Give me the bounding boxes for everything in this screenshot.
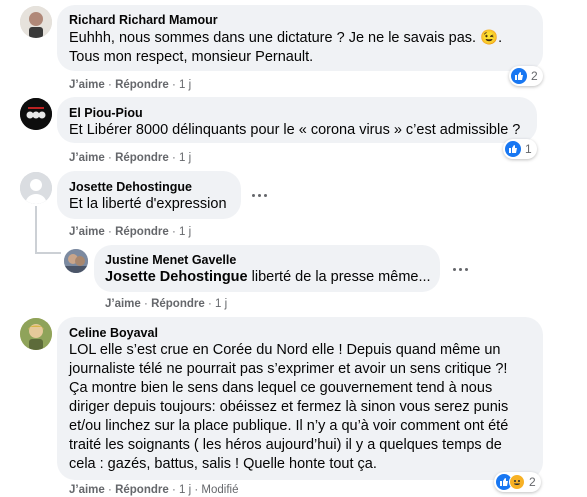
avatar-celine-image — [20, 318, 52, 350]
avatar-justine-image — [64, 249, 88, 273]
separator: · — [108, 226, 112, 238]
more-options-icon[interactable] — [448, 257, 472, 281]
like-link[interactable]: J’aime — [105, 298, 141, 310]
comment-author-el-piou-piou[interactable]: El Piou-Piou — [69, 106, 143, 120]
reaction-summary-richard[interactable]: 2 — [509, 66, 543, 86]
reply-text: Josette Dehostingue liberté de la presse… — [105, 268, 435, 288]
reaction-summary-celine[interactable]: 2 — [494, 472, 541, 492]
separator: · — [194, 484, 199, 496]
reply-link[interactable]: Répondre — [115, 152, 169, 164]
thread-connector — [35, 206, 37, 254]
avatar-richard[interactable] — [20, 6, 52, 38]
comment-text-line1: Et Libérer 8000 délinquants pour le « co… — [69, 122, 521, 138]
reply-link[interactable]: Répondre — [115, 79, 169, 91]
default-avatar-icon — [20, 172, 52, 204]
comment-time[interactable]: 1 j — [179, 152, 191, 164]
separator: · — [171, 79, 176, 91]
avatar-el-piou-piou[interactable] — [20, 98, 52, 130]
comment-author-celine[interactable]: Celine Boyaval — [69, 326, 158, 340]
comment-text-line2: journaliste télé ne pourrait pas s’expri… — [69, 361, 508, 377]
like-link[interactable]: J’aime — [69, 226, 105, 238]
comment-text-line6: traité les soignants ( les héros aujourd… — [69, 437, 502, 453]
reaction-count: 2 — [531, 69, 538, 83]
separator: · — [171, 226, 176, 238]
comment-time[interactable]: 1 j — [179, 226, 191, 238]
reply-link[interactable]: Répondre — [115, 226, 169, 238]
separator: · — [171, 152, 176, 164]
avatar-richard-image — [20, 6, 52, 38]
comment-author-richard[interactable]: Richard Richard Mamour — [69, 13, 218, 27]
avatar-el-piou-piou-image — [20, 98, 52, 130]
reply-link[interactable]: Répondre — [151, 298, 205, 310]
separator: · — [108, 484, 112, 496]
comment-text-line2: Tous mon respect, monsieur Pernault. — [69, 49, 314, 65]
thread-connector-branch — [35, 252, 61, 254]
comment-actions-el-piou-piou: J’aime · Répondre · 1 j — [69, 152, 191, 164]
mention-link[interactable]: Josette Dehostingue — [105, 269, 248, 285]
comment-text-line5: et/ou linchez sur la place publique. Il … — [69, 418, 509, 434]
comment-actions-richard: J’aime · Répondre · 1 j — [69, 79, 191, 91]
like-link[interactable]: J’aime — [69, 484, 105, 496]
separator: · — [171, 484, 176, 496]
avatar-josette[interactable] — [20, 172, 52, 204]
haha-reaction-icon — [509, 474, 525, 490]
separator: · — [207, 298, 212, 310]
comment-text-line3: Ça montre bien le sens dans lequel ce go… — [69, 380, 493, 396]
comment-time[interactable]: 1 j — [179, 79, 191, 91]
comment-time[interactable]: 1 j — [215, 298, 227, 310]
like-reaction-icon — [505, 141, 521, 157]
edited-label: Modifié — [201, 484, 239, 496]
comment-text-line1: LOL elle s’est crue en Corée du Nord ell… — [69, 342, 501, 358]
comment-text-line1: Euhhh, nous sommes dans une dictature ? … — [69, 30, 503, 46]
reply-actions-justine: J’aime · Répondre · 1 j — [105, 298, 227, 310]
more-options-icon[interactable] — [247, 183, 271, 207]
comment-text-line7: cela : gazés, battus, salis ! Quelle hon… — [69, 456, 377, 472]
separator: · — [144, 298, 148, 310]
like-reaction-icon — [511, 68, 527, 84]
comment-text-line1: Et la liberté d'expression — [69, 196, 227, 212]
comment-actions-celine: J’aime · Répondre · 1 j · Modifié — [69, 484, 238, 496]
comment-actions-josette: J’aime · Répondre · 1 j — [69, 226, 191, 238]
reaction-summary-el-piou-piou[interactable]: 1 — [503, 139, 537, 159]
reaction-count: 2 — [529, 475, 536, 489]
separator: · — [108, 152, 112, 164]
avatar-justine[interactable] — [64, 249, 88, 273]
reply-text-body: liberté de la presse même... — [247, 269, 431, 285]
like-link[interactable]: J’aime — [69, 152, 105, 164]
comment-author-josette[interactable]: Josette Dehostingue — [69, 180, 192, 194]
comment-time[interactable]: 1 j — [179, 484, 191, 496]
reply-author-justine[interactable]: Justine Menet Gavelle — [105, 253, 236, 267]
comment-text-line4: diriger depuis toujours: obéissez et fer… — [69, 399, 509, 415]
avatar-celine[interactable] — [20, 318, 52, 350]
reaction-count: 1 — [525, 142, 532, 156]
separator: · — [108, 79, 112, 91]
like-link[interactable]: J’aime — [69, 79, 105, 91]
reply-link[interactable]: Répondre — [115, 484, 169, 496]
